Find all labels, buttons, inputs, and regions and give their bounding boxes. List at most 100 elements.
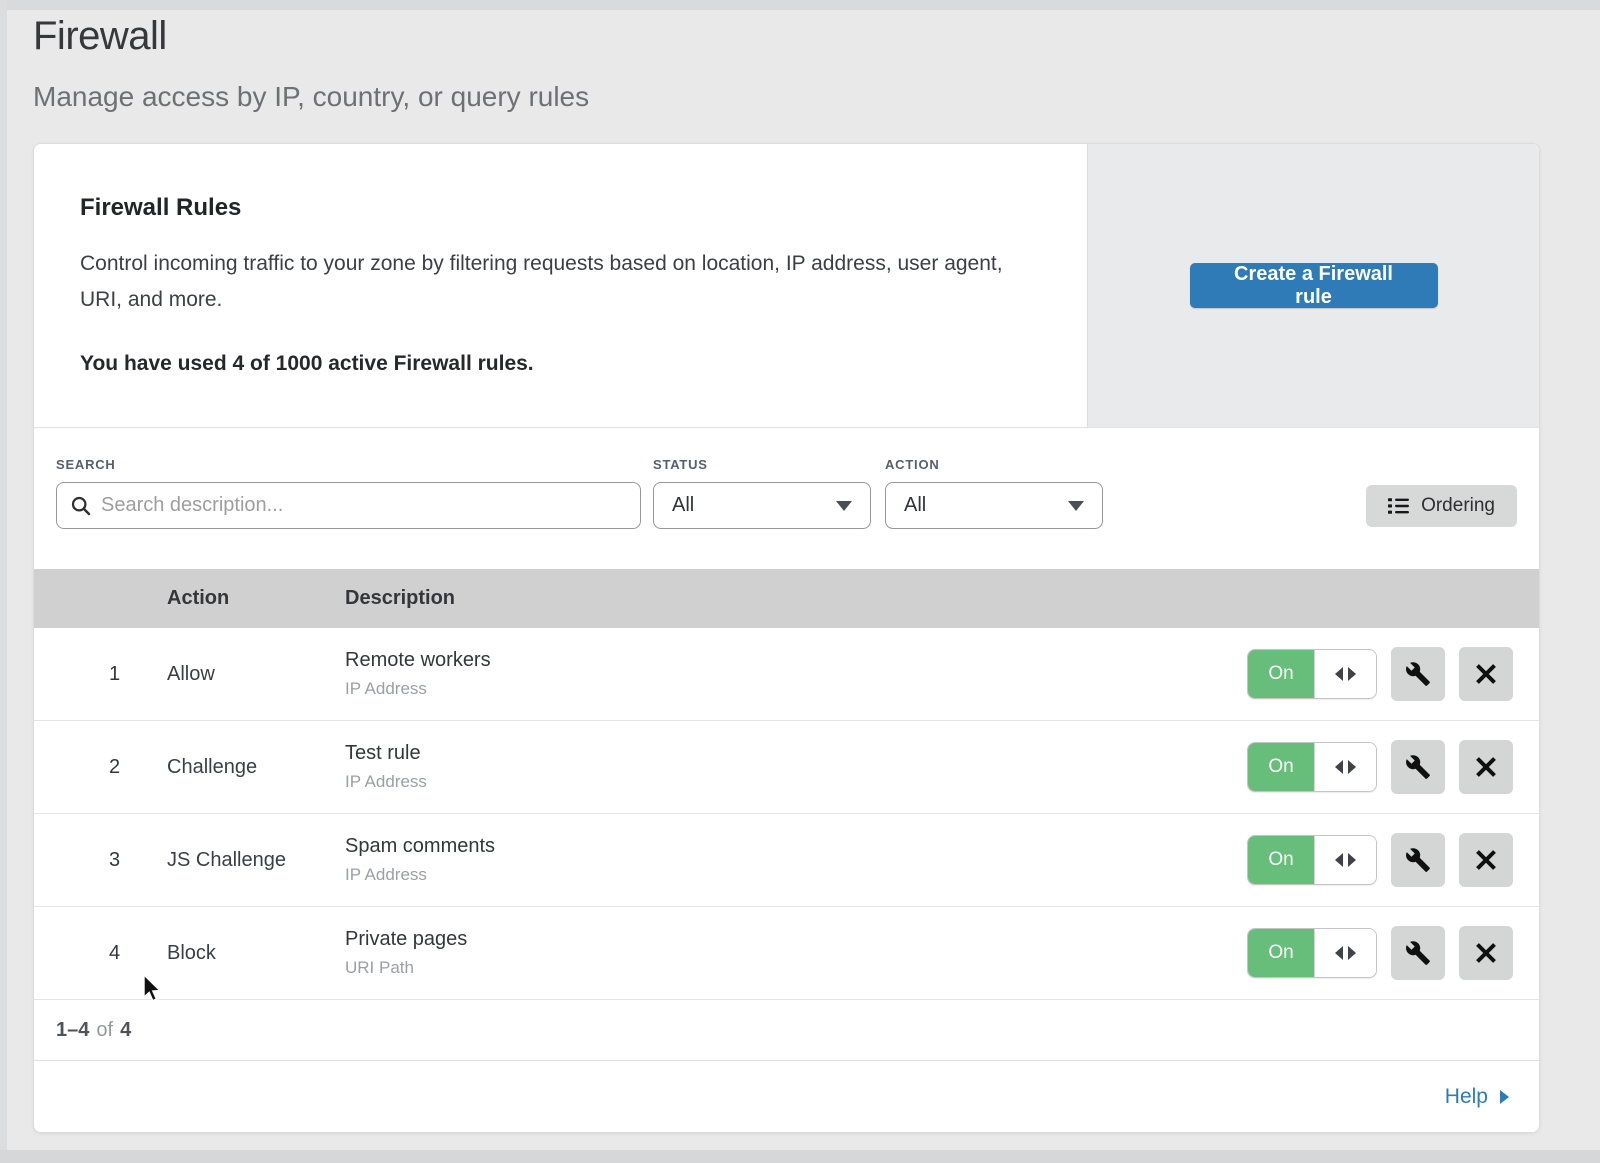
rule-description-cell: Test rule IP Address: [345, 742, 1219, 792]
delete-rule-button[interactable]: [1459, 926, 1513, 980]
overview-usage: You have used 4 of 1000 active Firewall …: [80, 352, 1017, 376]
filters-section: SEARCH STATUS All ACTION All Ordering: [34, 428, 1539, 569]
chevron-down-icon: [836, 501, 852, 511]
table-row: 4 Block Private pages URI Path On: [34, 907, 1539, 1000]
rule-description: Spam comments: [345, 835, 1219, 858]
firewall-rules-card: Firewall Rules Control incoming traffic …: [33, 143, 1540, 1133]
rule-controls: On: [1219, 647, 1539, 701]
toggle-on-label: On: [1248, 836, 1314, 884]
rule-action: Challenge: [167, 756, 345, 779]
create-firewall-rule-button[interactable]: Create a Firewall rule: [1190, 263, 1438, 308]
page-subtitle: Manage access by IP, country, or query r…: [33, 81, 589, 113]
toggle-arrows-icon: [1348, 853, 1356, 867]
table-header: Action Description: [34, 569, 1539, 628]
description-column-header: Description: [345, 587, 1219, 610]
action-selected-value: All: [904, 494, 926, 517]
rule-match-type: IP Address: [345, 679, 1219, 699]
status-selected-value: All: [672, 494, 694, 517]
delete-rule-button[interactable]: [1459, 740, 1513, 794]
search-box[interactable]: [56, 482, 641, 529]
help-row: Help: [34, 1060, 1539, 1132]
rule-description-cell: Remote workers IP Address: [345, 649, 1219, 699]
toggle-arrows-icon: [1348, 946, 1356, 960]
rule-priority: 4: [34, 942, 167, 965]
rule-description-cell: Spam comments IP Address: [345, 835, 1219, 885]
search-input[interactable]: [101, 494, 626, 517]
page-header: Firewall Manage access by IP, country, o…: [33, 14, 589, 113]
create-rule-panel: Create a Firewall rule: [1088, 144, 1539, 427]
wrench-icon: [1405, 754, 1431, 780]
edit-rule-button[interactable]: [1391, 740, 1445, 794]
rule-enabled-toggle[interactable]: On: [1247, 649, 1377, 699]
delete-rule-button[interactable]: [1459, 647, 1513, 701]
edit-rule-button[interactable]: [1391, 647, 1445, 701]
rule-description: Test rule: [345, 742, 1219, 765]
page-title: Firewall: [33, 14, 589, 59]
rule-enabled-toggle[interactable]: On: [1247, 742, 1377, 792]
pagination-of: of: [96, 1019, 113, 1042]
rule-controls: On: [1219, 740, 1539, 794]
status-label: STATUS: [653, 457, 708, 472]
pagination-range: 1–4: [56, 1019, 89, 1042]
help-link[interactable]: Help: [1445, 1085, 1509, 1109]
overview-heading: Firewall Rules: [80, 194, 1017, 222]
search-icon: [71, 496, 91, 516]
edit-rule-button[interactable]: [1391, 833, 1445, 887]
ordering-button[interactable]: Ordering: [1366, 485, 1517, 527]
rule-match-type: IP Address: [345, 772, 1219, 792]
table-row: 2 Challenge Test rule IP Address On: [34, 721, 1539, 814]
close-x-icon: [1475, 756, 1497, 778]
edit-rule-button[interactable]: [1391, 926, 1445, 980]
toggle-handle[interactable]: [1314, 836, 1376, 884]
window-edge-bottom: [0, 1150, 1600, 1163]
rule-match-type: IP Address: [345, 865, 1219, 885]
ordering-button-label: Ordering: [1421, 495, 1495, 517]
toggle-handle[interactable]: [1314, 929, 1376, 977]
rule-match-type: URI Path: [345, 958, 1219, 978]
ordered-list-icon: [1388, 497, 1409, 515]
table-row: 1 Allow Remote workers IP Address On: [34, 628, 1539, 721]
wrench-icon: [1405, 940, 1431, 966]
chevron-down-icon: [1068, 501, 1084, 511]
rule-enabled-toggle[interactable]: On: [1247, 835, 1377, 885]
rule-priority: 3: [34, 849, 167, 872]
toggle-on-label: On: [1248, 650, 1314, 698]
wrench-icon: [1405, 661, 1431, 687]
overview-description: Control incoming traffic to your zone by…: [80, 246, 1017, 318]
window-edge-top: [0, 0, 1600, 10]
toggle-on-label: On: [1248, 929, 1314, 977]
wrench-icon: [1405, 847, 1431, 873]
toggle-arrows-icon: [1348, 760, 1356, 774]
toggle-on-label: On: [1248, 743, 1314, 791]
rule-description: Remote workers: [345, 649, 1219, 672]
rule-controls: On: [1219, 926, 1539, 980]
rule-enabled-toggle[interactable]: On: [1247, 928, 1377, 978]
close-x-icon: [1475, 942, 1497, 964]
status-select[interactable]: All: [653, 482, 871, 529]
overview-text: Firewall Rules Control incoming traffic …: [34, 144, 1088, 427]
delete-rule-button[interactable]: [1459, 833, 1513, 887]
help-link-label: Help: [1445, 1085, 1488, 1109]
toggle-handle[interactable]: [1314, 743, 1376, 791]
toggle-arrows-icon: [1335, 946, 1343, 960]
table-row: 3 JS Challenge Spam comments IP Address …: [34, 814, 1539, 907]
rule-action: Block: [167, 942, 345, 965]
action-select[interactable]: All: [885, 482, 1103, 529]
rule-priority: 2: [34, 756, 167, 779]
toggle-arrows-icon: [1348, 667, 1356, 681]
rule-controls: On: [1219, 833, 1539, 887]
overview-section: Firewall Rules Control incoming traffic …: [34, 144, 1539, 428]
search-label: SEARCH: [56, 457, 116, 472]
toggle-arrows-icon: [1335, 760, 1343, 774]
toggle-arrows-icon: [1335, 667, 1343, 681]
rule-description: Private pages: [345, 928, 1219, 951]
action-column-header: Action: [167, 587, 345, 610]
pagination-footer: 1–4 of 4: [34, 1000, 1539, 1060]
rule-priority: 1: [34, 663, 167, 686]
close-x-icon: [1475, 663, 1497, 685]
rule-action: JS Challenge: [167, 849, 345, 872]
pagination-total: 4: [120, 1019, 131, 1042]
toggle-handle[interactable]: [1314, 650, 1376, 698]
rule-description-cell: Private pages URI Path: [345, 928, 1219, 978]
toggle-arrows-icon: [1335, 853, 1343, 867]
